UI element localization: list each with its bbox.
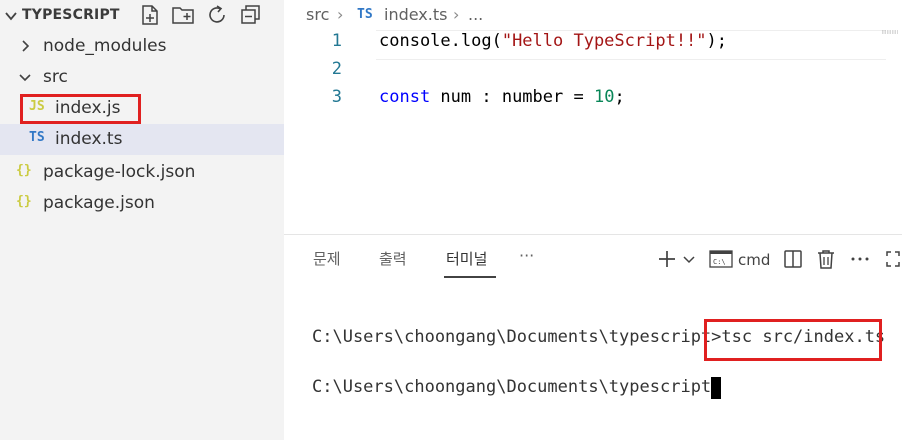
terminal-cmd-icon: C:\ [709,250,733,268]
add-icon[interactable] [656,248,678,270]
code-token: ); [706,31,728,51]
new-file-icon[interactable] [138,3,162,27]
highlight-box-index-js [20,94,141,124]
terminal-prompt: C:\Users\choongang\Documents\typescript> [312,327,722,347]
explorer-header[interactable]: TYPESCRIPT [0,0,284,32]
code-token: num : number = [430,87,594,107]
terminal-name[interactable]: cmd [738,251,770,269]
ts-file-icon: TS [357,7,373,22]
terminal-line[interactable]: C:\Users\choongang\Documents\typescript> [312,377,721,397]
chevron-right-icon [22,40,30,52]
tree-item-label: package-lock.json [43,162,196,182]
tree-item-label: package.json [43,193,155,213]
code-token-string: "Hello TypeScript!!" [501,31,707,51]
tree-item-src[interactable]: src [0,62,284,93]
terminal-prompt: C:\Users\choongang\Documents\typescript> [312,377,722,397]
tree-item-label: index.ts [55,129,123,149]
chevron-down-icon[interactable] [4,9,18,23]
chevron-down-icon[interactable] [682,248,696,270]
breadcrumb-separator-icon: › [453,5,460,24]
collapse-all-icon[interactable] [239,3,263,27]
panel-divider[interactable] [284,234,902,235]
line-number: 3 [331,87,342,107]
code-line[interactable]: 1 console.log("Hello TypeScript!!"); [300,31,900,59]
code-text[interactable]: console.log("Hello TypeScript!!"); [379,31,727,51]
tree-item-node-modules[interactable]: node_modules [0,31,284,62]
new-folder-icon[interactable] [171,3,195,27]
tree-item-label: node_modules [43,36,167,56]
breadcrumb-more[interactable]: ... [468,5,483,24]
code-line[interactable]: 3 const num : number = 10; [300,87,900,115]
refresh-icon[interactable] [205,3,229,27]
tree-item-package-json[interactable]: {} package.json [0,188,284,219]
panel-more-tabs[interactable]: ··· [519,246,534,265]
breadcrumb-folder[interactable]: src [306,5,329,24]
line-number: 2 [331,59,342,79]
breadcrumb-separator-icon: › [337,5,344,24]
code-token-number: 10 [593,87,615,107]
code-line[interactable]: 2 [300,59,900,87]
tree-item-package-lock-json[interactable]: {} package-lock.json [0,157,284,188]
tab-output[interactable]: 출력 [379,248,407,269]
terminal-cursor [711,377,721,399]
split-icon[interactable] [782,248,804,270]
line-number: 1 [331,31,342,51]
explorer-sidebar: TYPESCRIPT node_modules src JS index.js … [0,0,284,440]
trash-icon[interactable] [815,248,837,270]
explorer-title: TYPESCRIPT [22,7,120,23]
code-token: ; [614,87,625,107]
tree-item-index-ts[interactable]: TS index.ts [0,124,284,155]
active-tab-indicator [444,276,496,278]
json-file-icon: {} [16,194,32,209]
tree-item-label: src [43,67,68,87]
more-icon[interactable] [849,248,871,270]
highlight-box-tsc-command [704,319,882,361]
chevron-down-icon [19,74,31,82]
tab-problems[interactable]: 문제 [313,248,341,269]
code-token-keyword: const [379,87,431,107]
json-file-icon: {} [16,163,32,178]
svg-text:C:\: C:\ [713,258,726,266]
maximize-icon[interactable] [884,248,902,270]
code-text[interactable]: const num : number = 10; [379,87,625,107]
code-token: console.log( [379,31,502,51]
tab-terminal[interactable]: 터미널 [446,248,487,269]
ts-file-icon: TS [29,130,45,145]
breadcrumb-file[interactable]: index.ts [384,5,447,24]
